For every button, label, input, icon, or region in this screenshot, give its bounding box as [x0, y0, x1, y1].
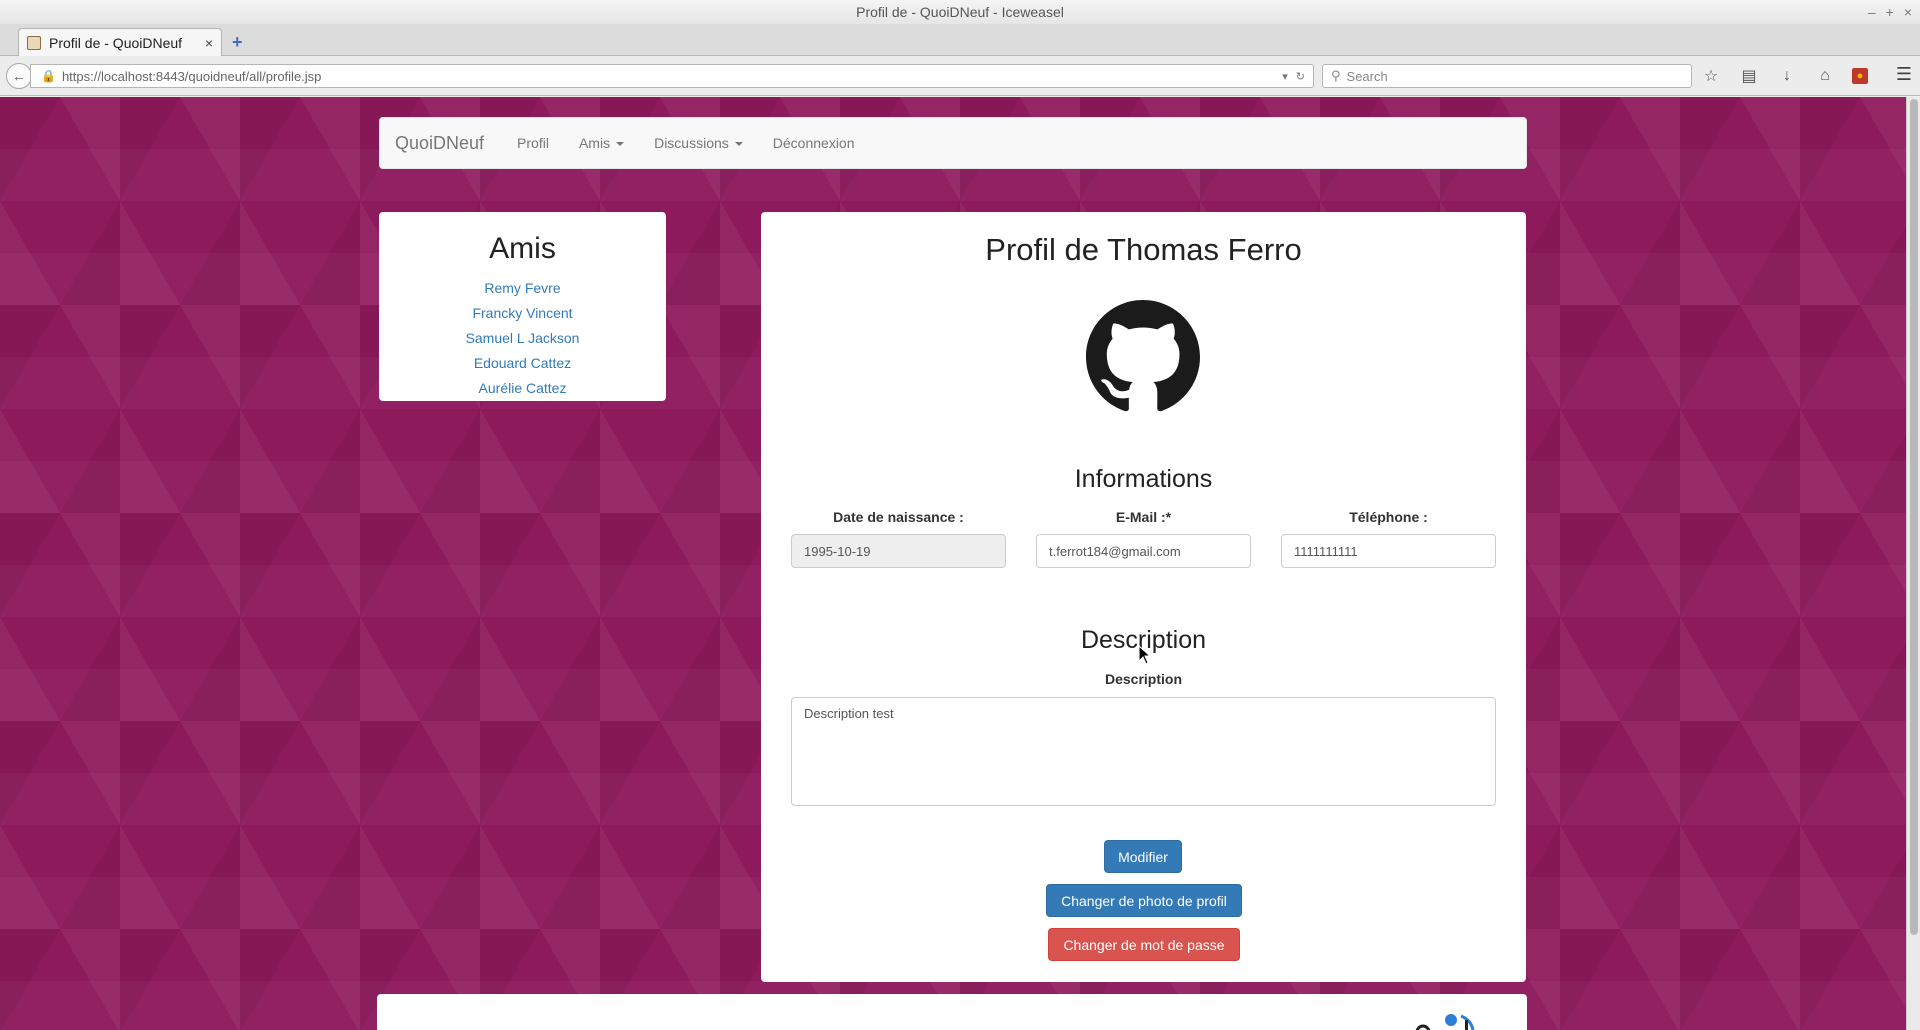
minimize-icon[interactable]: – [1868, 0, 1876, 24]
new-tab-icon[interactable]: + [232, 32, 243, 52]
browser-toolbar: ← 🔒 https://localhost:8443/quoidneuf/all… [0, 56, 1920, 96]
window-title: Profil de - QuoiDNeuf - Iceweasel [856, 4, 1064, 20]
friend-link[interactable]: Samuel L Jackson [379, 326, 666, 351]
nav-amis-label: Amis [578, 135, 611, 151]
nav-logout[interactable]: Déconnexion [773, 135, 855, 151]
caret-down-icon [616, 142, 625, 147]
modify-button[interactable]: Modifier [1104, 840, 1182, 873]
url-text[interactable]: https://localhost:8443/quoidneuf/all/pro… [62, 69, 1282, 84]
search-placeholder: Search [1346, 68, 1388, 84]
email-field[interactable] [1036, 534, 1251, 568]
birthdate-label: Date de naissance : [833, 509, 964, 525]
nav-profil-label: Profil [517, 135, 549, 151]
reading-list-icon[interactable]: ▤ [1738, 66, 1760, 86]
url-bar[interactable]: 🔒 https://localhost:8443/quoidneuf/all/p… [30, 64, 1314, 88]
tab-strip: Profil de - QuoiDNeuf × + [0, 24, 1920, 57]
page-scrollbar[interactable] [1906, 97, 1920, 1030]
university-logo-icon [1415, 1014, 1475, 1030]
tab-close-icon[interactable]: × [205, 35, 213, 51]
home-icon[interactable]: ⌂ [1814, 67, 1836, 85]
app-navbar: QuoiDNeuf Profil Amis Discussions Déconn… [379, 117, 1527, 169]
browser-tab[interactable]: Profil de - QuoiDNeuf × [18, 28, 222, 57]
favicon-icon [27, 36, 41, 50]
nav-profil[interactable]: Profil [517, 135, 549, 151]
menu-icon[interactable]: ☰ [1896, 64, 1912, 85]
extension-icon[interactable]: ● [1852, 68, 1868, 84]
profile-panel: Profil de Thomas Ferro Informations Date… [761, 212, 1526, 982]
friend-link[interactable]: Edouard Cattez [379, 351, 666, 376]
friends-heading: Amis [489, 232, 556, 265]
nav-logout-label: Déconnexion [772, 135, 855, 151]
birthdate-field [791, 534, 1006, 568]
window-controls: – + × [1868, 0, 1912, 24]
nav-discussions-dropdown[interactable]: Discussions [654, 135, 743, 151]
page-footer [377, 994, 1527, 1030]
phone-group: Téléphone : [1281, 509, 1496, 568]
informations-heading: Informations [1074, 465, 1213, 493]
birthdate-group: Date de naissance : [791, 509, 1006, 568]
download-icon[interactable]: ↓ [1776, 67, 1798, 85]
description-textarea[interactable]: Description test [791, 697, 1496, 806]
page-viewport: QuoiDNeuf Profil Amis Discussions Déconn… [0, 97, 1906, 1030]
toolbar-icons: ☆ ▤ ↓ ⌂ ● [1700, 64, 1868, 88]
page-title: Profil de Thomas Ferro [985, 232, 1302, 267]
bookmark-star-icon[interactable]: ☆ [1700, 66, 1722, 86]
friend-link[interactable]: Francky Vincent [379, 301, 666, 326]
friend-link[interactable]: Aurélie Cattez [379, 376, 666, 401]
nav-discussions-label: Discussions [654, 135, 729, 151]
mouse-cursor-icon [1138, 645, 1152, 665]
window-titlebar: Profil de - QuoiDNeuf - Iceweasel – + × [0, 0, 1920, 24]
nav-amis-dropdown[interactable]: Amis [578, 135, 625, 151]
back-arrow-icon[interactable]: ← [6, 63, 32, 89]
search-bar[interactable]: ⚲ Search [1322, 64, 1692, 88]
github-octocat-icon [1086, 300, 1200, 412]
lock-icon: 🔒 [41, 69, 56, 83]
change-password-button[interactable]: Changer de mot de passe [1048, 928, 1240, 961]
change-photo-button[interactable]: Changer de photo de profil [1046, 884, 1242, 917]
search-icon: ⚲ [1331, 68, 1341, 83]
description-label: Description [1104, 671, 1182, 687]
email-group: E-Mail :* [1036, 509, 1251, 568]
brand-link[interactable]: QuoiDNeuf [395, 133, 484, 154]
url-dropdown-icon[interactable]: ▾ [1282, 70, 1288, 83]
reload-icon[interactable]: ↻ [1296, 70, 1305, 83]
maximize-icon[interactable]: + [1886, 0, 1894, 24]
friend-link[interactable]: Remy Fevre [379, 276, 666, 301]
tab-title: Profil de - QuoiDNeuf [49, 35, 183, 51]
phone-field[interactable] [1281, 534, 1496, 568]
scrollbar-thumb[interactable] [1910, 99, 1918, 935]
phone-label: Téléphone : [1349, 509, 1428, 525]
caret-down-icon [734, 142, 743, 147]
friends-panel: Amis Remy Fevre Francky Vincent Samuel L… [379, 212, 666, 401]
close-window-icon[interactable]: × [1904, 0, 1912, 24]
email-label: E-Mail :* [1115, 509, 1172, 525]
